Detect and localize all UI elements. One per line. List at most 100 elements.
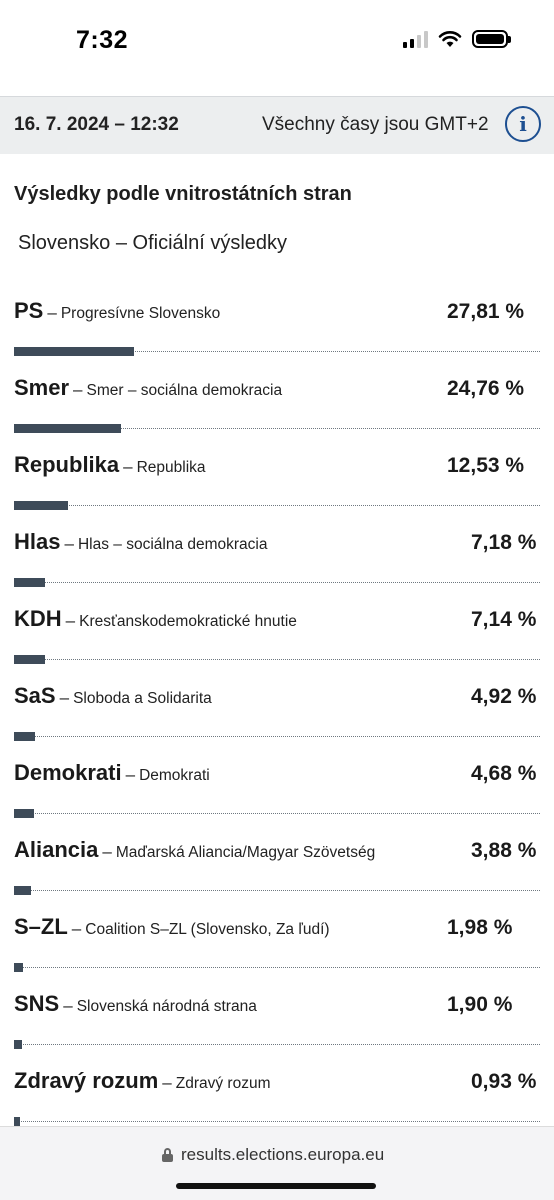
party-name: Republika – Republika: [14, 452, 206, 478]
party-abbreviation: PS: [14, 298, 44, 323]
party-name-separator: –: [64, 534, 74, 553]
result-bar-track: [14, 736, 540, 737]
info-icon[interactable]: i: [505, 106, 541, 142]
party-percentage: 24,76 %: [447, 377, 525, 400]
result-bar: [14, 963, 23, 972]
party-row: Aliancia – Maďarská Aliancia/Magyar Szövet…: [0, 829, 554, 906]
party-name: Smer – Smer – sociálna demokracia: [14, 375, 282, 401]
party-name: Hlas – Hlas – sociálna demokracia: [14, 529, 268, 555]
party-row: Demokrati – Demokrati 4,68 %: [0, 752, 554, 829]
result-bar: [14, 1040, 22, 1049]
party-abbreviation: SaS: [14, 683, 56, 708]
party-name-separator: –: [102, 842, 112, 861]
party-percentage: 4,92 %: [471, 685, 537, 708]
section-title: Výsledky podle vnitrostátních stran: [14, 183, 352, 205]
result-bar: [14, 501, 68, 510]
party-percentage: 4,68 %: [471, 762, 537, 785]
party-name-separator: –: [47, 303, 57, 322]
party-row: Republika – Republika 12,53 %: [0, 444, 554, 521]
party-percentage: 7,14 %: [471, 608, 537, 631]
party-abbreviation: SNS: [14, 991, 60, 1016]
status-bar: 7:32: [0, 0, 554, 96]
result-bar: [14, 347, 134, 356]
party-full-name: Demokrati: [139, 767, 210, 784]
party-name: Zdravý rozum – Zdravý rozum: [14, 1068, 270, 1094]
party-percentage: 1,90 %: [447, 993, 513, 1016]
wifi-icon: [438, 31, 462, 47]
cellular-signal-icon: [403, 30, 428, 48]
party-name-separator: –: [123, 457, 133, 476]
result-bar-track: [14, 967, 540, 968]
timezone-note: Všechny časy jsou GMT+2: [262, 114, 489, 135]
party-name-separator: –: [125, 765, 136, 784]
party-full-name: Kresťanskodemokratické hnutie: [79, 613, 297, 630]
party-row: Hlas – Hlas – sociálna demokracia 7,18 %: [0, 521, 554, 598]
party-name: PS – Progresívne Slovensko: [14, 298, 220, 324]
party-abbreviation: Zdravý rozum: [14, 1068, 159, 1093]
party-name: KDH – Kresťanskodemokratické hnutie: [14, 606, 297, 632]
party-name-separator: –: [59, 688, 70, 707]
party-full-name: Progresívne Slovensko: [60, 305, 221, 322]
party-full-name: Coalition S–ZL (Slovensko, Za ľudí): [85, 921, 330, 938]
party-percentage: 7,18 %: [471, 531, 537, 554]
result-bar: [14, 1117, 20, 1126]
party-percentage: 12,53 %: [447, 454, 525, 477]
results-date: 16. 7. 2024 – 12:32: [14, 114, 179, 135]
result-bar: [14, 578, 45, 587]
status-time: 7:32: [76, 26, 129, 54]
result-bar-track: [14, 1044, 540, 1045]
result-bar: [14, 809, 34, 818]
result-bar-track: [14, 890, 540, 891]
party-row: KDH – Kresťanskodemokratické hnutie 7,14 %: [0, 598, 554, 675]
url-text: results.elections.europa.eu: [181, 1145, 385, 1164]
result-bar: [14, 424, 121, 433]
result-bar-track: [14, 813, 540, 814]
party-full-name: Maďarská Aliancia/Magyar Szövetség: [115, 844, 376, 861]
party-name: S–ZL – Coalition S–ZL (Slovensko, Za ľudí): [14, 914, 330, 940]
party-full-name: Sloboda a Solidarita: [73, 690, 212, 707]
party-abbreviation: Smer: [14, 375, 70, 400]
party-name: SNS – Slovenská národná strana: [14, 991, 257, 1017]
party-name: Aliancia – Maďarská Aliancia/Magyar Szövet…: [14, 837, 375, 863]
result-bar: [14, 655, 45, 664]
party-full-name: Republika: [136, 459, 206, 476]
result-bar: [14, 886, 31, 895]
party-name-separator: –: [73, 380, 83, 399]
party-name-separator: –: [65, 611, 76, 630]
party-abbreviation: Aliancia: [14, 837, 99, 862]
party-name-separator: –: [162, 1073, 172, 1092]
party-percentage: 27,81 %: [447, 300, 525, 323]
party-percentage: 1,98 %: [447, 916, 513, 939]
result-bar-track: [14, 582, 540, 583]
party-name: Demokrati – Demokrati: [14, 760, 210, 786]
date-bar: 16. 7. 2024 – 12:32 Všechny časy jsou GM…: [0, 96, 554, 154]
party-abbreviation: S–ZL: [14, 914, 68, 939]
party-row: SNS – Slovenská národná strana 1,90 %: [0, 983, 554, 1060]
party-full-name: Smer – sociálna demokracia: [86, 382, 283, 399]
party-row: S–ZL – Coalition S–ZL (Slovensko, Za ľudí)…: [0, 906, 554, 983]
result-bar: [14, 732, 35, 741]
results-subtitle: Slovensko – Oficiální výsledky: [18, 232, 288, 254]
result-bar-track: [14, 1121, 540, 1122]
party-results-list: PS – Progresívne Slovensko 27,81 % Smer – Smer…: [0, 290, 554, 1137]
party-percentage: 3,88 %: [471, 839, 537, 862]
party-row: SaS – Sloboda a Solidarita 4,92 %: [0, 675, 554, 752]
battery-icon: [472, 30, 511, 48]
party-row: Smer – Smer – sociálna demokracia 24,76 %: [0, 367, 554, 444]
party-abbreviation: KDH: [14, 606, 62, 631]
party-name-separator: –: [63, 996, 73, 1015]
party-full-name: Slovenská národná strana: [76, 998, 257, 1015]
status-icons: [403, 30, 511, 48]
party-full-name: Zdravý rozum: [175, 1075, 271, 1092]
party-name: SaS – Sloboda a Solidarita: [14, 683, 212, 709]
lock-icon: [162, 1148, 173, 1162]
party-abbreviation: Republika: [14, 452, 120, 477]
party-full-name: Hlas – sociálna demokracia: [77, 536, 268, 553]
party-abbreviation: Demokrati: [14, 760, 122, 785]
party-name-separator: –: [71, 919, 82, 938]
party-row: PS – Progresívne Slovensko 27,81 %: [0, 290, 554, 367]
party-abbreviation: Hlas: [14, 529, 61, 554]
home-indicator[interactable]: [176, 1183, 376, 1189]
party-percentage: 0,93 %: [471, 1070, 537, 1093]
result-bar-track: [14, 505, 540, 506]
